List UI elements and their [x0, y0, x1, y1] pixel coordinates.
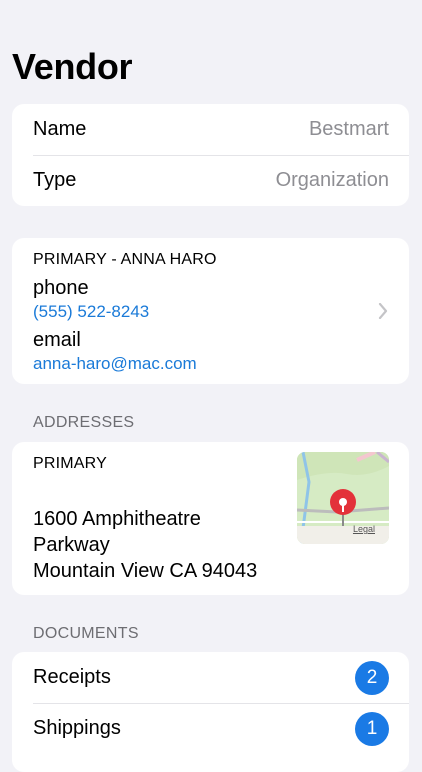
address-label: PRIMARY: [33, 455, 108, 472]
receipts-label: Receipts: [33, 666, 111, 688]
phone-label: phone: [33, 277, 89, 299]
contact-header: PRIMARY - ANNA HARO: [33, 251, 217, 268]
type-value: Organization: [275, 169, 389, 191]
documents-row-shippings[interactable]: Shippings 1: [12, 703, 409, 754]
map-legal-link[interactable]: Legal: [353, 524, 375, 534]
name-value: Bestmart: [308, 118, 389, 140]
chevron-right-icon: [378, 303, 388, 319]
row-divider: [33, 155, 409, 156]
name-label: Name: [33, 118, 87, 140]
shippings-label: Shippings: [33, 717, 121, 739]
primary-contact-card[interactable]: PRIMARY - ANNA HARO phone (555) 522-8243…: [12, 238, 409, 384]
type-label: Type: [33, 169, 77, 191]
vendor-info-card: Name Bestmart Type Organization: [12, 104, 409, 206]
name-row[interactable]: Name Bestmart: [12, 104, 409, 155]
shippings-count-badge: 1: [355, 711, 389, 746]
address-card[interactable]: PRIMARY 1600 Amphitheatre Parkway Mounta…: [12, 442, 409, 595]
documents-section-header: DOCUMENTS: [33, 625, 139, 642]
map-thumbnail[interactable]: Legal: [297, 452, 389, 544]
documents-card: Receipts 2 Shippings 1: [12, 652, 409, 772]
map-pin-icon: [330, 489, 356, 526]
phone-link[interactable]: (555) 522-8243: [33, 302, 149, 322]
address-line-3: Mountain View CA 94043: [33, 560, 258, 582]
receipts-count-badge: 2: [355, 660, 389, 695]
email-label: email: [33, 329, 81, 351]
address-line-2: Parkway: [33, 534, 110, 556]
email-link[interactable]: anna-haro@mac.com: [33, 354, 197, 374]
addresses-section-header: ADDRESSES: [33, 414, 135, 431]
documents-row-receipts[interactable]: Receipts 2: [12, 652, 409, 703]
type-row[interactable]: Type Organization: [12, 155, 409, 206]
row-divider: [33, 703, 409, 704]
address-line-1: 1600 Amphitheatre: [33, 508, 201, 530]
page-title: Vendor: [12, 46, 133, 87]
